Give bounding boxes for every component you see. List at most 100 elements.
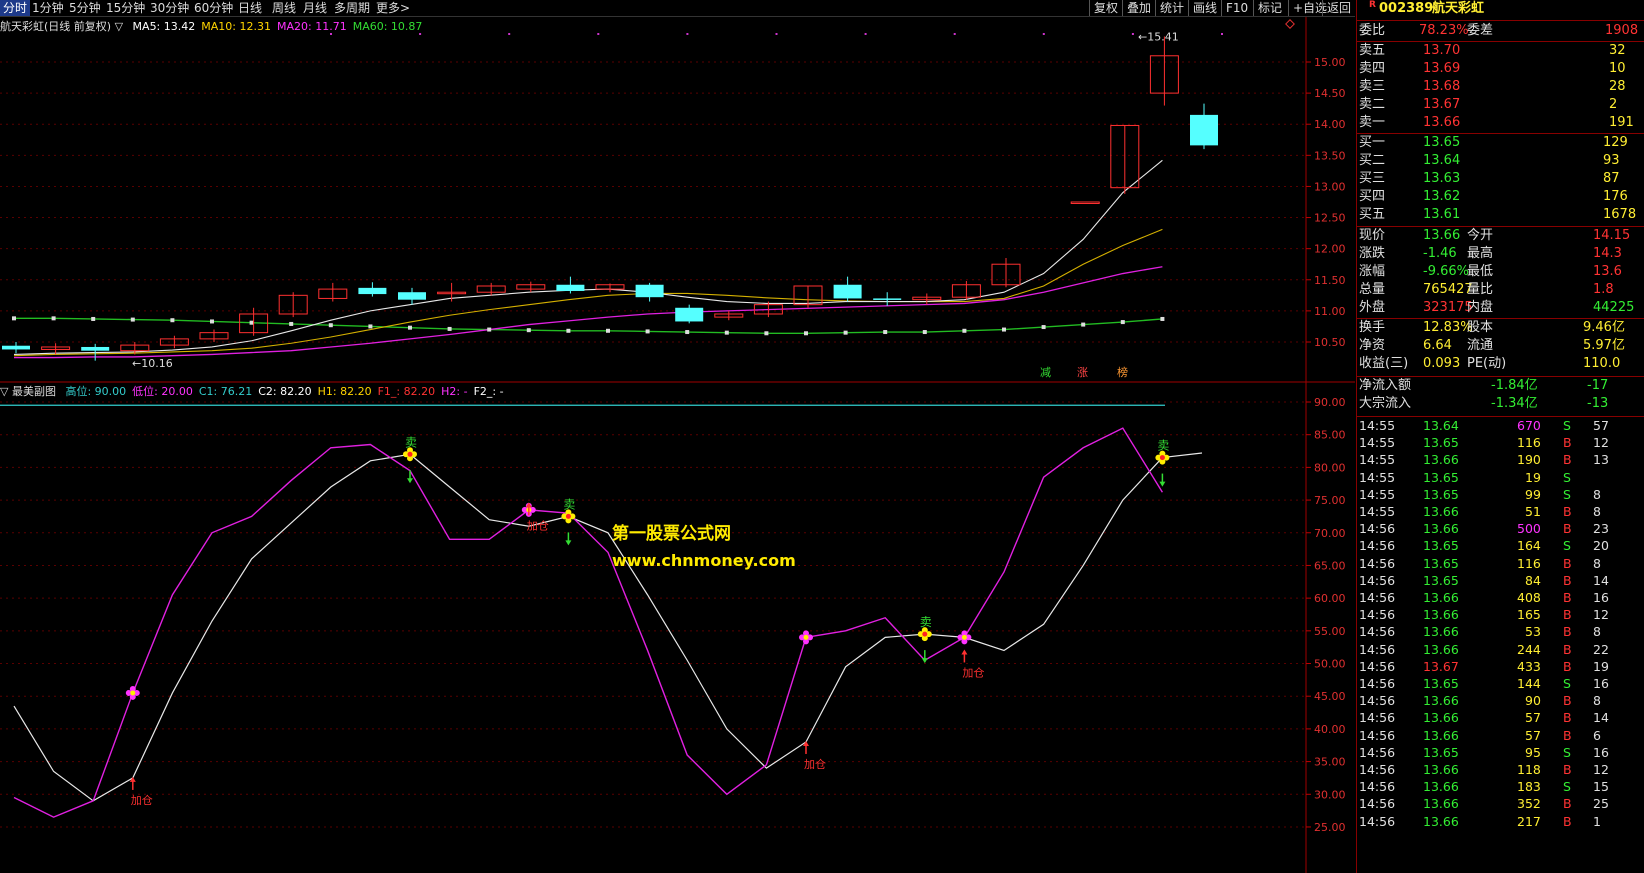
tick-count: 1 [1593, 813, 1601, 829]
ma-legend-2: MA20: 11.71 [276, 20, 347, 33]
tick-count: 8 [1593, 693, 1601, 709]
stat2-label-2: PE(动) [1467, 356, 1507, 371]
sub-param-6: H2: - [441, 385, 468, 398]
tick-count: 57 [1593, 418, 1609, 433]
sell-level-price: 13.70 [1423, 43, 1461, 58]
buy-label: 加仓 [804, 757, 826, 771]
sub-y-tick-label: 40.00 [1314, 723, 1346, 736]
ma60-line [14, 317, 1163, 334]
stat2-label-2: 股本 [1467, 320, 1494, 335]
period-tab-8[interactable]: 月线 [303, 0, 327, 16]
tick-row: 14:55 13.66 190 B 13 [1357, 451, 1644, 469]
watermark-name: 第一股票公式网 [612, 524, 731, 544]
chart-tag-2: 榜 [1117, 365, 1128, 379]
sell-level-price: 13.68 [1423, 79, 1461, 94]
tick-count: 14 [1593, 572, 1609, 588]
kline-chart[interactable]: 15.00 14.50 14.00 13.50 13.00 12.50 12.00 11.50… [0, 17, 1355, 873]
stat-value-2: 1.8 [1593, 282, 1614, 297]
flower-center [922, 631, 928, 637]
stat-value-2: 14.15 [1593, 228, 1631, 243]
stat-value: 323175 [1423, 300, 1473, 315]
tick-side: B [1563, 710, 1572, 726]
tick-price: 13.66 [1423, 624, 1459, 640]
tick-price: 13.66 [1423, 607, 1459, 623]
tick-time: 14:56 [1359, 813, 1396, 829]
tick-side: B [1563, 813, 1572, 829]
tick-row: 14:55 13.65 19 S [1357, 469, 1644, 487]
tick-row: 14:56 13.67 433 B 19 [1357, 658, 1644, 676]
period-tab-0[interactable]: 分时 [0, 0, 31, 16]
candle-down [81, 346, 110, 351]
tick-time: 14:56 [1359, 538, 1396, 554]
buy-level-price: 13.64 [1423, 153, 1461, 168]
tick-row: 14:56 13.65 144 S 16 [1357, 675, 1644, 693]
period-tab-1[interactable]: 1分钟 [32, 0, 64, 16]
toolbar-button-3[interactable]: 画线 [1188, 0, 1221, 16]
sell-level-price: 13.66 [1423, 115, 1461, 130]
tick-row: 14:56 13.66 57 B 6 [1357, 727, 1644, 745]
tick-row: 14:56 13.66 352 B 25 [1357, 795, 1644, 813]
buy-level-vol: 129 [1603, 135, 1628, 150]
tick-time: 14:56 [1359, 521, 1396, 537]
tick-count: 12 [1593, 435, 1609, 451]
buy-level-label: 买一 [1359, 135, 1386, 150]
tick-price: 13.65 [1423, 538, 1459, 554]
main-y-tick-label: 13.00 [1314, 180, 1346, 193]
tick-count: 16 [1593, 590, 1609, 605]
period-tab-7[interactable]: 周线 [272, 0, 296, 16]
top-dot-marker [686, 33, 689, 35]
ma5-line [13, 159, 1163, 355]
sell-arrow-icon [1159, 481, 1166, 487]
tick-time: 14:56 [1359, 641, 1396, 657]
flower-center [565, 513, 571, 519]
buy-signal-icon [957, 630, 972, 645]
ma60-marker [962, 328, 967, 333]
ma60-marker [170, 318, 175, 323]
ma60-marker [724, 330, 729, 335]
period-tab-5[interactable]: 60分钟 [194, 0, 233, 16]
stat2-value: 6.64 [1423, 338, 1452, 353]
flower-center [1159, 455, 1165, 461]
tick-row: 14:56 13.65 116 B 8 [1357, 555, 1644, 573]
tick-volume: 84 [1525, 572, 1541, 588]
sub-y-tick-label: 75.00 [1314, 494, 1346, 507]
period-tab-9[interactable]: 多周期 [334, 0, 370, 16]
stat-label-2: 今开 [1467, 228, 1494, 243]
toolbar-button-4[interactable]: F10 [1221, 0, 1252, 16]
period-tab-6[interactable]: 日线 [238, 0, 262, 16]
tick-price: 13.66 [1423, 762, 1459, 777]
candle-down [833, 284, 862, 299]
tick-side: B [1563, 624, 1572, 640]
tick-time: 14:56 [1359, 590, 1396, 605]
ma60-marker [606, 328, 610, 333]
tick-time: 14:56 [1359, 727, 1396, 743]
toolbar-button-5[interactable]: 标记 [1253, 0, 1286, 16]
tick-count: 8 [1593, 555, 1601, 571]
stat-label-2: 最低 [1467, 264, 1494, 279]
tick-side: S [1563, 418, 1571, 433]
ma60-marker [368, 324, 373, 329]
stat-value-2: 14.3 [1593, 246, 1622, 261]
tick-side: S [1563, 469, 1571, 485]
main-chart-title: 航天彩虹(日线 前复权) ▽ [0, 20, 124, 33]
stat-row: 总量 765427 量比 1.8 [1357, 281, 1644, 299]
tick-side: S [1563, 779, 1571, 795]
tick-volume: 90 [1525, 693, 1541, 709]
sell-level-label: 卖四 [1359, 61, 1386, 76]
toolbar-button-0[interactable]: 复权 [1089, 0, 1122, 16]
period-tab-4[interactable]: 30分钟 [150, 0, 189, 16]
period-tab-3[interactable]: 15分钟 [106, 0, 145, 16]
period-tab-10[interactable]: 更多> [376, 0, 410, 16]
toolbar-button-2[interactable]: 统计 [1155, 0, 1188, 16]
toolbar-button-1[interactable]: 叠加 [1122, 0, 1155, 16]
buy-level-row: 买五 13.61 1678 [1357, 206, 1644, 224]
toolbar-button-7[interactable]: 返回 [1322, 0, 1355, 16]
tick-price: 13.66 [1423, 727, 1459, 743]
period-tab-2[interactable]: 5分钟 [69, 0, 101, 16]
tick-time: 14:55 [1359, 486, 1396, 502]
tick-volume: 165 [1517, 607, 1541, 623]
high-price-label: ←15.41 [1138, 30, 1179, 43]
tick-time: 14:56 [1359, 624, 1396, 640]
tick-volume: 183 [1517, 779, 1541, 795]
tick-side: B [1563, 762, 1572, 777]
